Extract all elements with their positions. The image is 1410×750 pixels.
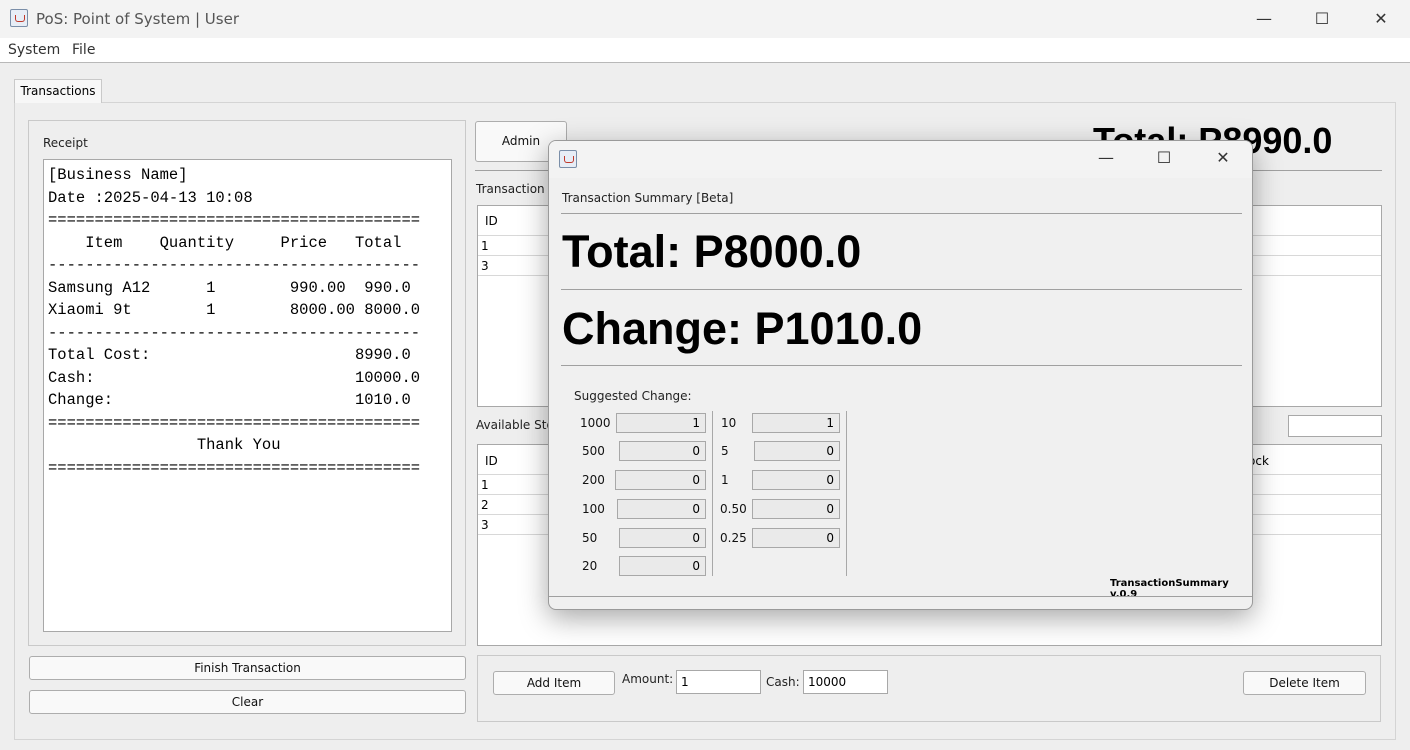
receipt-line: Item Quantity Price Total [48, 233, 402, 252]
close-icon[interactable]: ✕ [1366, 9, 1396, 29]
tab-transactions[interactable]: Transactions [14, 79, 102, 103]
receipt-line: ---------------------------------------- [48, 256, 421, 274]
transaction-items-label: Transaction I [476, 182, 553, 196]
cash-label: Cash: [766, 675, 800, 689]
denomination-count-field[interactable]: 0 [615, 470, 706, 490]
receipt-label: Receipt [43, 136, 88, 150]
table-cell: 1 [481, 239, 489, 253]
amount-label: Amount: [622, 672, 674, 686]
denomination-count-field[interactable]: 0 [619, 528, 706, 548]
receipt-line: Samsung A12 1 990.00 990.0 [48, 278, 411, 297]
receipt-line: ======================================== [48, 211, 421, 229]
menu-bar: System File [0, 38, 1410, 63]
denomination-count-field[interactable]: 1 [616, 413, 706, 433]
maximize-icon[interactable]: ☐ [1307, 9, 1337, 29]
window-title: PoS: Point of System | User [36, 10, 239, 28]
suggested-change-label: Suggested Change: [574, 389, 692, 403]
denomination-count-field[interactable]: 0 [752, 528, 840, 548]
receipt-line: Xiaomi 9t 1 8000.00 8000.0 [48, 301, 421, 319]
denomination-count-field[interactable]: 0 [619, 556, 706, 576]
column-divider [712, 411, 713, 576]
delete-item-button[interactable]: Delete Item [1243, 671, 1366, 695]
denomination-count-field[interactable]: 0 [754, 441, 840, 461]
table-cell: 1 [481, 478, 489, 492]
column-divider [846, 411, 847, 576]
denomination-label: 0.50 [720, 502, 747, 516]
denomination-label: 50 [582, 531, 598, 545]
receipt-line: Thank You [48, 436, 281, 454]
receipt-line: Change: 1010.0 [48, 391, 411, 409]
table-cell: 3 [481, 259, 489, 273]
receipt-text-area[interactable]: [Business Name] Date :2025-04-13 10:08 =… [43, 159, 452, 632]
denomination-label: 5 [721, 444, 729, 458]
table-cell: 2 [481, 498, 489, 512]
amount-field[interactable]: 1 [676, 670, 761, 694]
separator [561, 289, 1242, 290]
receipt-line: Cash: 10000.0 [48, 368, 421, 387]
receipt-line: Date :2025-04-13 10:08 [48, 188, 253, 207]
clear-button[interactable]: Clear [29, 690, 466, 714]
available-stock-label: Available Sto [476, 418, 554, 432]
denomination-label: 1 [721, 473, 729, 487]
menu-file[interactable]: File [72, 42, 95, 58]
separator [561, 365, 1242, 366]
denomination-label: 200 [582, 473, 605, 487]
denomination-count-field[interactable]: 0 [752, 499, 840, 519]
column-header-id: ID [485, 214, 498, 228]
denomination-label: 100 [582, 502, 605, 516]
dialog-change: Change: P1010.0 [562, 303, 923, 354]
java-app-icon [10, 9, 28, 27]
column-header-id: ID [485, 454, 498, 468]
denomination-count-field[interactable]: 0 [617, 499, 706, 519]
search-input[interactable] [1288, 415, 1382, 437]
denomination-count-field[interactable]: 0 [619, 441, 706, 461]
transaction-summary-dialog: — ☐ ✕ Transaction Summary [Beta] Total: … [548, 140, 1253, 610]
cash-field[interactable]: 10000 [803, 670, 888, 694]
receipt-line: ======================================== [48, 413, 421, 432]
dialog-heading: Transaction Summary [Beta] [562, 191, 734, 205]
receipt-line: ======================================== [48, 458, 421, 477]
table-cell: 3 [481, 518, 489, 532]
dialog-total: Total: P8000.0 [562, 226, 862, 277]
separator [549, 596, 1252, 597]
minimize-icon[interactable]: — [1091, 148, 1121, 168]
receipt-line: Total Cost: 8990.0 [48, 346, 411, 364]
maximize-icon[interactable]: ☐ [1149, 148, 1179, 168]
close-icon[interactable]: ✕ [1208, 148, 1238, 168]
menu-system[interactable]: System [8, 42, 60, 58]
dialog-title-bar: — ☐ ✕ [549, 141, 1252, 178]
denomination-label: 1000 [580, 416, 611, 430]
title-bar: PoS: Point of System | User — ☐ ✕ [0, 0, 1410, 38]
receipt-line: ---------------------------------------- [48, 323, 421, 342]
denomination-count-field[interactable]: 0 [752, 470, 840, 490]
add-item-button[interactable]: Add Item [493, 671, 615, 695]
denomination-count-field[interactable]: 1 [752, 413, 840, 433]
denomination-label: 500 [582, 444, 605, 458]
denomination-label: 20 [582, 559, 598, 573]
denomination-label: 0.25 [720, 531, 747, 545]
finish-transaction-button[interactable]: Finish Transaction [29, 656, 466, 680]
java-app-icon [559, 150, 577, 168]
receipt-line: [Business Name] [48, 166, 188, 184]
minimize-icon[interactable]: — [1249, 9, 1279, 29]
separator [561, 213, 1242, 214]
denomination-label: 10 [721, 416, 737, 430]
